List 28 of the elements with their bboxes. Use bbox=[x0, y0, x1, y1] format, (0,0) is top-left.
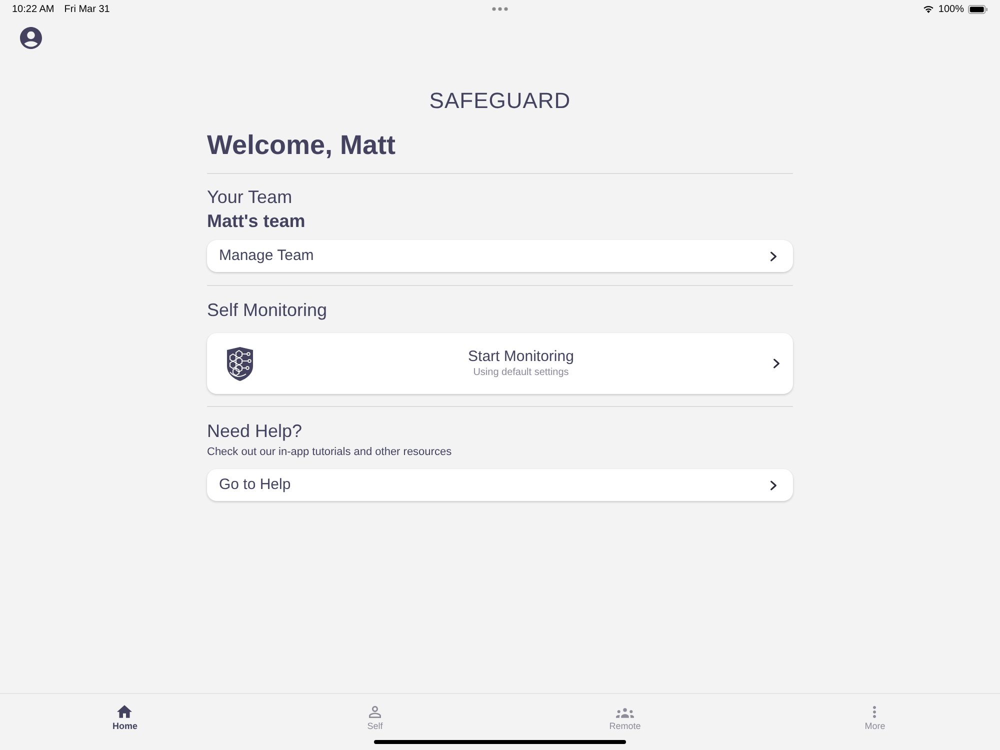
profile-button[interactable] bbox=[20, 27, 42, 49]
battery-percentage: 100% bbox=[938, 2, 964, 16]
team-name: Matt's team bbox=[207, 210, 306, 233]
chevron-right-icon bbox=[770, 250, 777, 262]
home-icon bbox=[117, 705, 132, 718]
wifi-icon bbox=[923, 5, 934, 13]
section-heading: Self Monitoring bbox=[207, 299, 328, 322]
app-title: SAFEGUARD bbox=[429, 88, 571, 114]
chevron-right-icon bbox=[773, 358, 780, 369]
chevron-right-icon bbox=[770, 480, 777, 490]
group-icon bbox=[616, 708, 634, 718]
manage-team-button[interactable]: Manage Team bbox=[207, 240, 793, 272]
start-monitoring-label: Start Monitoring bbox=[468, 348, 574, 366]
help-description: Check out our in-app tutorials and other resources bbox=[207, 445, 453, 459]
tab-bar-item[interactable]: Home bbox=[106, 704, 144, 732]
start-monitoring-button[interactable]: Start Monitoring Using default settings bbox=[207, 333, 793, 394]
go-to-help-button[interactable]: Go to Help bbox=[207, 469, 793, 501]
section-heading: Need Help? bbox=[207, 420, 304, 443]
status-time: 10:22 AM bbox=[12, 2, 54, 16]
person-icon bbox=[368, 706, 381, 718]
more-vertical-icon bbox=[873, 706, 876, 718]
welcome-heading: Welcome, Matt bbox=[207, 129, 397, 162]
section-heading: Your Team bbox=[207, 186, 294, 209]
battery-icon bbox=[968, 4, 988, 14]
start-monitoring-subtitle: Using default settings bbox=[473, 366, 569, 379]
status-date: Fri Mar 31 bbox=[64, 2, 110, 16]
shield-network-icon bbox=[226, 346, 254, 382]
three-dots-icon bbox=[492, 7, 508, 11]
